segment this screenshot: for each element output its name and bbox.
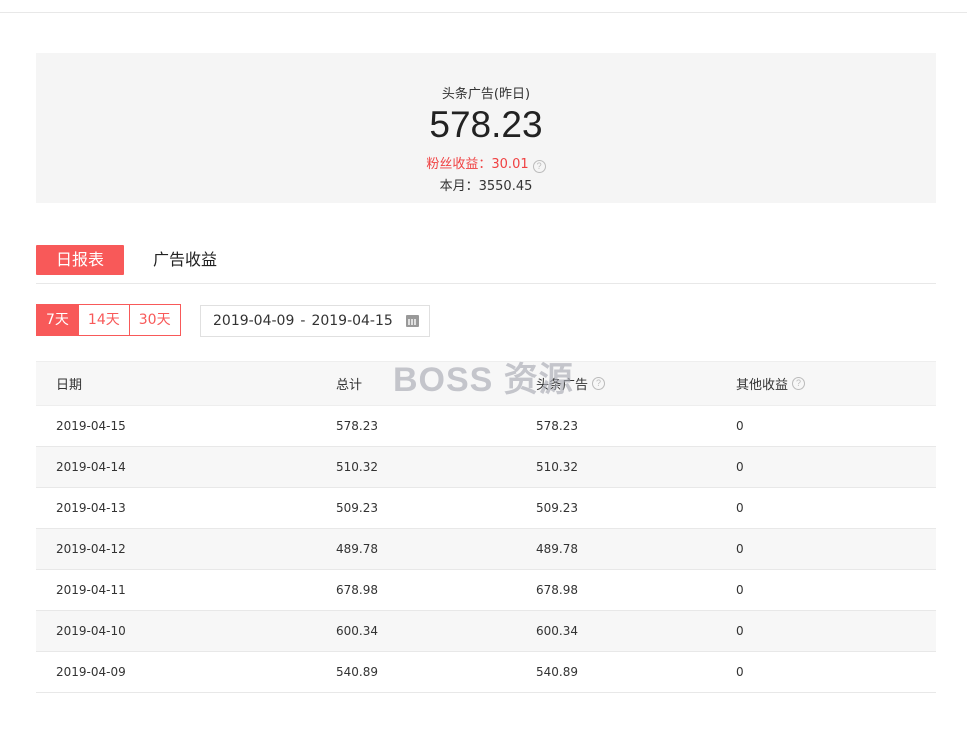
range-30d-button[interactable]: 30天 [129, 304, 181, 336]
date-start: 2019-04-09 [213, 313, 295, 329]
cell-total: 540.89 [336, 665, 378, 679]
table-row: 2019-04-09 540.89 540.89 0 [36, 652, 936, 693]
cell-toutiao-ad: 578.23 [536, 419, 578, 433]
tab-daily-report[interactable]: 日报表 [36, 245, 124, 275]
range-14d-button[interactable]: 14天 [78, 304, 130, 336]
table-row: 2019-04-12 489.78 489.78 0 [36, 529, 936, 570]
calendar-icon[interactable] [406, 315, 419, 327]
cell-other-income: 0 [736, 624, 744, 638]
range-selector: 7天 14天 30天 [36, 304, 181, 336]
cell-toutiao-ad: 600.34 [536, 624, 578, 638]
fans-income: 粉丝收益：30.01? [36, 153, 936, 173]
cell-other-income: 0 [736, 583, 744, 597]
cell-date: 2019-04-09 [56, 665, 126, 679]
cell-other-income: 0 [736, 665, 744, 679]
cell-total: 578.23 [336, 419, 378, 433]
table-row: 2019-04-14 510.32 510.32 0 [36, 447, 936, 488]
cell-toutiao-ad: 509.23 [536, 501, 578, 515]
cell-other-income: 0 [736, 460, 744, 474]
table-row: 2019-04-10 600.34 600.34 0 [36, 611, 936, 652]
month-total: 本月：3550.45 [439, 179, 533, 194]
cell-other-income: 0 [736, 419, 744, 433]
question-circle-icon[interactable]: ? [592, 377, 606, 390]
cell-date: 2019-04-13 [56, 501, 126, 515]
daily-report-table: 日期 总计 头条广告? 其他收益? 2019-04-15 578.23 578.… [36, 361, 936, 693]
cell-toutiao-ad: 510.32 [536, 460, 578, 474]
range-7d-button[interactable]: 7天 [36, 304, 79, 336]
header-other-income: 其他收益? [736, 362, 806, 405]
cell-total: 509.23 [336, 501, 378, 515]
cell-total: 600.34 [336, 624, 378, 638]
cell-date: 2019-04-14 [56, 460, 126, 474]
cell-other-income: 0 [736, 501, 744, 515]
table-row: 2019-04-13 509.23 509.23 0 [36, 488, 936, 529]
cell-toutiao-ad: 489.78 [536, 542, 578, 556]
cell-date: 2019-04-12 [56, 542, 126, 556]
cell-date: 2019-04-10 [56, 624, 126, 638]
header-other-income-label: 其他收益 [736, 378, 789, 393]
fans-income-text: 粉丝收益：30.01 [426, 157, 529, 172]
report-tabs: 日报表 广告收益 [36, 245, 936, 284]
header-date: 日期 [56, 378, 83, 393]
cell-total: 489.78 [336, 542, 378, 556]
cell-total: 678.98 [336, 583, 378, 597]
cell-other-income: 0 [736, 542, 744, 556]
table-row: 2019-04-15 578.23 578.23 0 [36, 406, 936, 447]
summary-label: 头条广告(昨日) [441, 87, 531, 102]
date-range-picker[interactable]: 2019-04-09-2019-04-15 [200, 305, 430, 337]
date-separator: - [300, 313, 306, 329]
question-circle-icon[interactable]: ? [532, 160, 546, 173]
summary-panel: 头条广告(昨日) 578.23 粉丝收益：30.01? 本月：3550.45 [36, 53, 936, 203]
cell-toutiao-ad: 678.98 [536, 583, 578, 597]
tab-ad-income[interactable]: 广告收益 [153, 245, 217, 275]
cell-date: 2019-04-11 [56, 583, 126, 597]
top-divider [0, 12, 967, 13]
cell-date: 2019-04-15 [56, 419, 126, 433]
date-end: 2019-04-15 [311, 313, 393, 329]
cell-toutiao-ad: 540.89 [536, 665, 578, 679]
table-row: 2019-04-11 678.98 678.98 0 [36, 570, 936, 611]
cell-total: 510.32 [336, 460, 378, 474]
summary-amount: 578.23 [429, 104, 543, 145]
header-total: 总计 [336, 378, 363, 393]
watermark: BOSS 资源 [393, 361, 574, 399]
question-circle-icon[interactable]: ? [792, 377, 806, 390]
